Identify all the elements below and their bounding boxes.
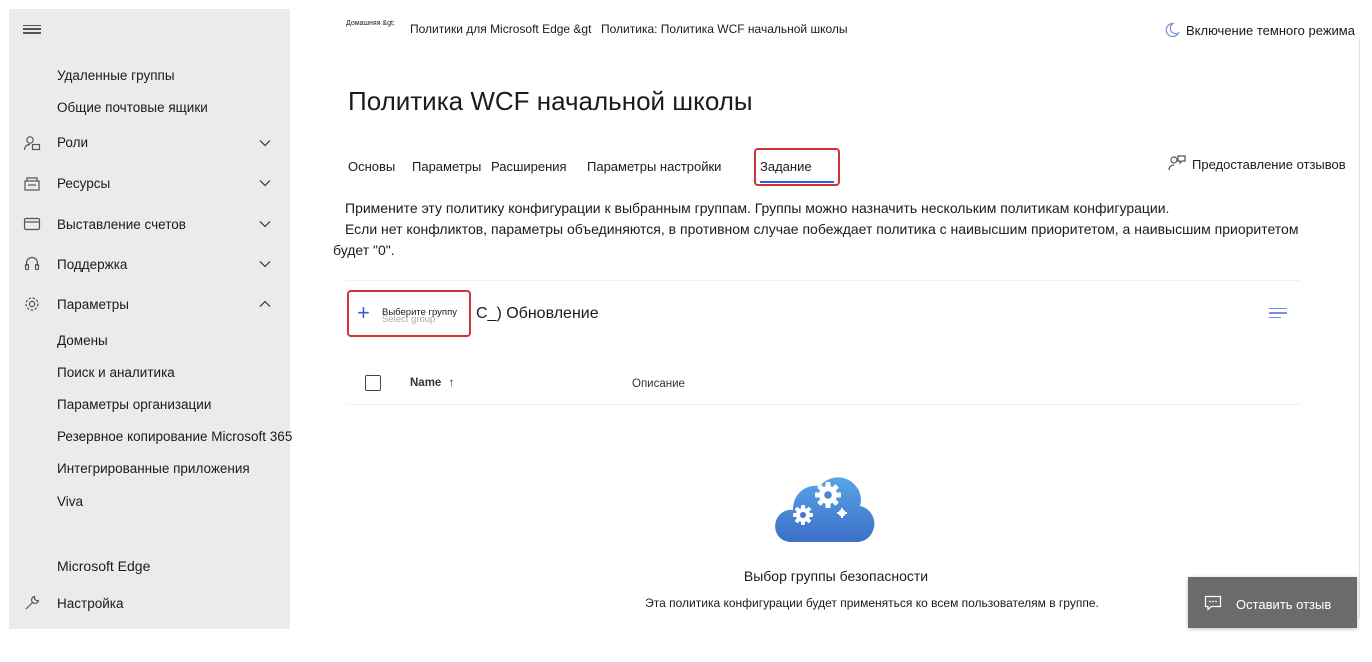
column-header-name[interactable]: Name ↑: [410, 377, 454, 389]
description-line-3: будет "0".: [333, 242, 395, 258]
dark-mode-label: Включение темного режима: [1186, 23, 1355, 38]
tab-settings[interactable]: Параметры: [412, 159, 481, 174]
description-line-2: Если нет конфликтов, параметры объединяю…: [345, 221, 1299, 237]
tab-customization-settings[interactable]: Параметры настройки: [587, 159, 721, 174]
nav-item-domains[interactable]: Домены: [57, 333, 108, 348]
give-feedback-link[interactable]: Предоставление отзывов: [1168, 154, 1346, 172]
tab-assignment[interactable]: Задание: [760, 159, 812, 174]
page-title: Политика WCF начальной школы: [348, 86, 753, 116]
leave-feedback-label: Оставить отзыв: [1236, 597, 1332, 612]
empty-state-text: Эта политика конфигурации будет применят…: [645, 596, 1099, 610]
tab-basics[interactable]: Основы: [348, 159, 395, 174]
breadcrumb-current: Политика: Политика WCF начальной школы: [601, 22, 848, 36]
nav-item-resources[interactable]: Ресурсы: [57, 176, 110, 191]
nav-item-integrated-apps[interactable]: Интегрированные приложения: [57, 461, 250, 476]
nav-item-search-analytics[interactable]: Поиск и аналитика: [57, 365, 175, 380]
column-header-description[interactable]: Описание: [632, 378, 685, 390]
cloud-gears-icon: [775, 477, 875, 542]
vertical-scrollbar[interactable]: [1359, 38, 1360, 618]
dark-mode-toggle[interactable]: Включение темного режима: [1164, 22, 1355, 38]
description-line-1: Примените эту политику конфигурации к вы…: [345, 200, 1170, 216]
left-navigation: Удаленные группы Общие почтовые ящики Ро…: [9, 9, 292, 629]
chevron-down-icon[interactable]: [258, 136, 272, 150]
nav-item-deleted-groups[interactable]: Удаленные группы: [57, 68, 175, 83]
breadcrumb-edge-policies[interactable]: Политики для Microsoft Edge &gt: [410, 22, 591, 36]
nav-item-roles[interactable]: Роли: [57, 135, 88, 150]
table-header-divider: [346, 404, 1300, 405]
select-group-label: Выберите группу: [382, 307, 457, 318]
list-view-icon[interactable]: [1269, 308, 1287, 320]
leave-feedback-button[interactable]: Оставить отзыв: [1188, 577, 1357, 628]
resources-icon: [23, 175, 41, 193]
nav-item-shared-mailboxes[interactable]: Общие почтовые ящики: [57, 100, 208, 115]
chevron-down-icon[interactable]: [258, 176, 272, 190]
column-name-label: Name: [410, 377, 442, 389]
refresh-button[interactable]: C_) Обновление: [476, 305, 599, 323]
tab-extensions[interactable]: Расширения: [491, 159, 567, 174]
roles-icon: [23, 134, 41, 152]
nav-item-m365-backup[interactable]: Резервное копирование Microsoft 365: [57, 429, 292, 444]
feedback-person-icon: [1168, 155, 1186, 171]
sort-ascending-icon: ↑: [448, 377, 455, 389]
nav-item-org-settings[interactable]: Параметры организации: [57, 397, 211, 412]
headset-icon: [23, 255, 41, 273]
select-group-button[interactable]: + Select group Выберите группу: [347, 290, 471, 337]
plus-icon: +: [357, 300, 370, 325]
chevron-down-icon[interactable]: [258, 217, 272, 231]
empty-state-title: Выбор группы безопасности: [743, 568, 929, 584]
active-tab-indicator: [760, 181, 834, 183]
divider: [346, 280, 1300, 281]
gear-icon: [23, 295, 41, 313]
nav-item-viva[interactable]: Viva: [57, 494, 83, 509]
chevron-up-icon[interactable]: [258, 297, 272, 311]
nav-item-billing[interactable]: Выставление счетов: [57, 217, 186, 232]
select-all-checkbox[interactable]: [365, 375, 381, 391]
nav-item-support[interactable]: Поддержка: [57, 257, 127, 272]
give-feedback-label: Предоставление отзывов: [1192, 157, 1346, 172]
nav-item-settings[interactable]: Параметры: [57, 297, 129, 312]
chevron-down-icon[interactable]: [258, 257, 272, 271]
hamburger-menu-icon[interactable]: [23, 22, 41, 36]
billing-icon: [23, 215, 41, 233]
breadcrumb-home[interactable]: Домашняя &gt;: [346, 20, 395, 27]
moon-icon: [1165, 22, 1180, 38]
chat-feedback-icon: [1204, 595, 1222, 611]
